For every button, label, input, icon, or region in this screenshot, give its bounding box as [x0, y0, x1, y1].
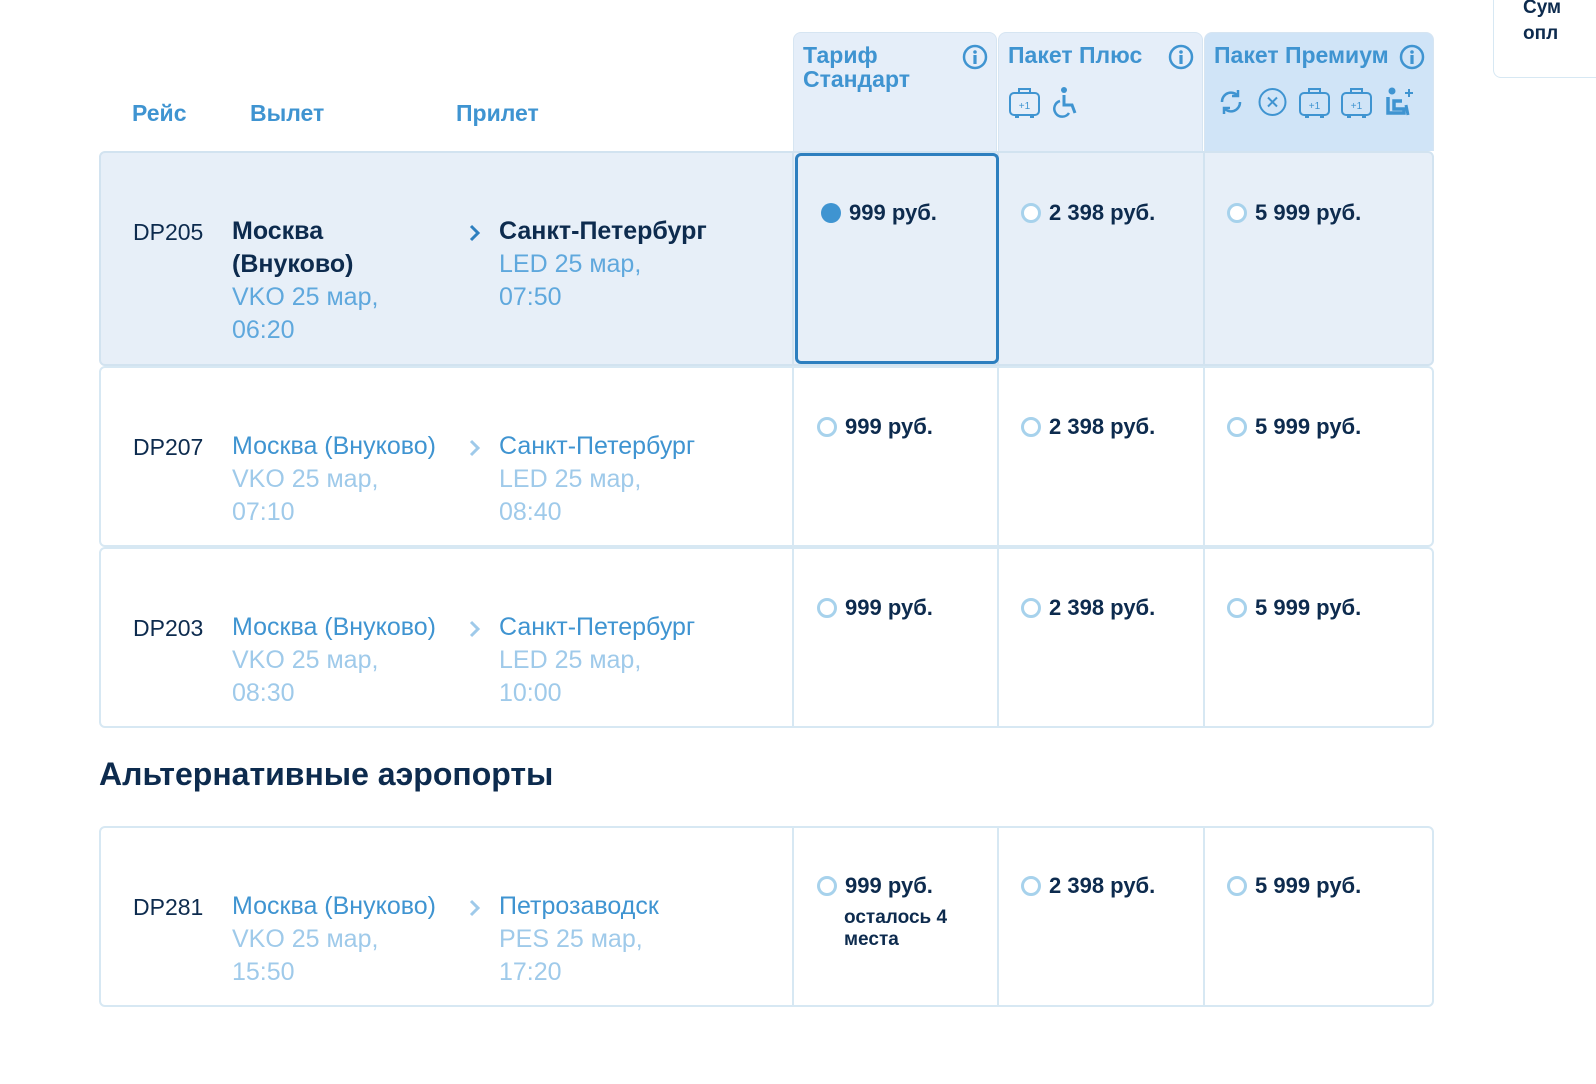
seat-plus-icon	[1386, 87, 1413, 116]
cancel-icon	[1258, 88, 1287, 116]
radio-icon[interactable]	[1021, 598, 1041, 618]
price-plus: 2 398 руб.	[1049, 414, 1156, 439]
radio-selected-icon[interactable]	[821, 203, 841, 223]
column-header-flight: Рейс	[132, 100, 187, 126]
tariff-title-plus: Пакет Плюс	[1008, 42, 1143, 68]
fare-option-premium[interactable]: 5 999 руб.	[1227, 200, 1361, 226]
radio-icon[interactable]	[817, 417, 837, 437]
chevron-right-icon	[469, 224, 481, 242]
price-plus: 2 398 руб.	[1049, 873, 1156, 898]
svg-text:+1: +1	[1351, 101, 1363, 112]
tariff-title-premium: Пакет Премиум	[1214, 42, 1389, 68]
exchange-icon	[1220, 90, 1242, 114]
flight-number: DP203	[133, 615, 204, 641]
price-standard: 999 руб.	[845, 414, 933, 439]
chevron-right-icon	[469, 899, 481, 917]
arrival-detail: LED 25 мар, 08:40	[499, 465, 642, 526]
flight-row[interactable]: DP205 Москва (Внуково) VKO 25 мар, 06:20…	[99, 151, 1434, 366]
order-summary-card: Сум опл	[1493, 0, 1596, 78]
tariff-header-premium: Пакет Премиум +1 +1	[1204, 32, 1434, 151]
flight-number: DP205	[133, 219, 204, 245]
arrival-city: Санкт-Петербург	[499, 432, 696, 460]
fare-option-standard[interactable]: 999 руб.	[817, 595, 933, 621]
fare-option-plus[interactable]: 2 398 руб.	[1021, 414, 1155, 440]
luggage-plus-one-icon: +1	[1299, 88, 1330, 118]
price-plus: 2 398 руб.	[1049, 200, 1156, 225]
departure-detail: VKO 25 мар, 08:30	[232, 646, 379, 707]
fare-option-standard[interactable]: 999 руб.	[821, 200, 937, 226]
fare-option-premium[interactable]: 5 999 руб.	[1227, 414, 1361, 440]
flight-row[interactable]: DP207 Москва (Внуково) VKO 25 мар, 07:10…	[99, 366, 1434, 547]
radio-icon[interactable]	[1021, 876, 1041, 896]
arrival-detail: LED 25 мар, 10:00	[499, 646, 642, 707]
price-premium: 5 999 руб.	[1255, 873, 1362, 898]
wheelchair-icon	[1053, 87, 1077, 118]
price-standard: 999 руб.	[845, 595, 933, 620]
arrival-detail: LED 25 мар, 07:50	[499, 250, 642, 311]
tariff-title-standard: Тариф Стандарт	[803, 42, 910, 92]
summary-line-1: Сум	[1523, 0, 1562, 18]
arrival-detail: PES 25 мар, 17:20	[499, 925, 643, 986]
fare-option-premium[interactable]: 5 999 руб.	[1227, 595, 1361, 621]
departure-detail: VKO 25 мар, 07:10	[232, 465, 379, 526]
radio-icon[interactable]	[1227, 203, 1247, 223]
departure-detail: VKO 25 мар, 15:50	[232, 925, 379, 986]
info-icon[interactable]	[962, 44, 988, 70]
luggage-plus-one-icon: +1	[1341, 88, 1372, 118]
fare-option-plus[interactable]: 2 398 руб.	[1021, 595, 1155, 621]
radio-icon[interactable]	[817, 598, 837, 618]
fare-option-standard[interactable]: 999 руб.	[817, 873, 933, 899]
flight-number: DP281	[133, 894, 204, 920]
flight-row[interactable]: DP203 Москва (Внуково) VKO 25 мар, 08:30…	[99, 547, 1434, 728]
radio-icon[interactable]	[1227, 876, 1247, 896]
fare-option-premium[interactable]: 5 999 руб.	[1227, 873, 1361, 899]
fare-option-plus[interactable]: 2 398 руб.	[1021, 200, 1155, 226]
fare-option-plus[interactable]: 2 398 руб.	[1021, 873, 1155, 899]
radio-icon[interactable]	[1021, 203, 1041, 223]
chevron-right-icon	[469, 439, 481, 457]
info-icon[interactable]	[1399, 44, 1425, 70]
flight-row[interactable]: DP281 Москва (Внуково) VKO 25 мар, 15:50…	[99, 826, 1434, 1007]
arrival-city: Санкт-Петербург	[499, 217, 707, 245]
tariff-header-standard: Тариф Стандарт	[793, 32, 997, 151]
departure-city: Москва (Внуково)	[232, 217, 354, 278]
seats-left-note: осталось 4 места	[844, 907, 948, 950]
fare-option-standard[interactable]: 999 руб.	[817, 414, 933, 440]
departure-city: Москва (Внуково)	[232, 892, 436, 920]
summary-line-2: опл	[1523, 23, 1559, 44]
price-premium: 5 999 руб.	[1255, 595, 1362, 620]
radio-icon[interactable]	[1021, 417, 1041, 437]
chevron-right-icon	[469, 620, 481, 638]
price-premium: 5 999 руб.	[1255, 414, 1362, 439]
radio-icon[interactable]	[1227, 417, 1247, 437]
arrival-city: Санкт-Петербург	[499, 613, 696, 641]
column-header-departure: Вылет	[250, 100, 325, 126]
info-icon[interactable]	[1168, 44, 1194, 70]
departure-city: Москва (Внуково)	[232, 613, 436, 641]
arrival-city: Петрозаводск	[499, 892, 659, 920]
flight-number: DP207	[133, 434, 204, 460]
svg-text:+1: +1	[1019, 101, 1031, 112]
tariff-header-plus: Пакет Плюс +1	[998, 32, 1203, 151]
radio-icon[interactable]	[817, 876, 837, 896]
price-standard: 999 руб.	[845, 873, 933, 898]
section-title-alternative-airports: Альтернативные аэропорты	[99, 756, 554, 792]
svg-text:+1: +1	[1309, 101, 1321, 112]
price-plus: 2 398 руб.	[1049, 595, 1156, 620]
departure-city: Москва (Внуково)	[232, 432, 436, 460]
departure-detail: VKO 25 мар, 06:20	[232, 283, 379, 344]
price-premium: 5 999 руб.	[1255, 200, 1362, 225]
column-header-arrival: Прилет	[456, 100, 539, 126]
luggage-plus-one-icon: +1	[1009, 88, 1040, 118]
radio-icon[interactable]	[1227, 598, 1247, 618]
price-standard: 999 руб.	[849, 200, 937, 225]
selected-tariff-box	[795, 153, 999, 364]
